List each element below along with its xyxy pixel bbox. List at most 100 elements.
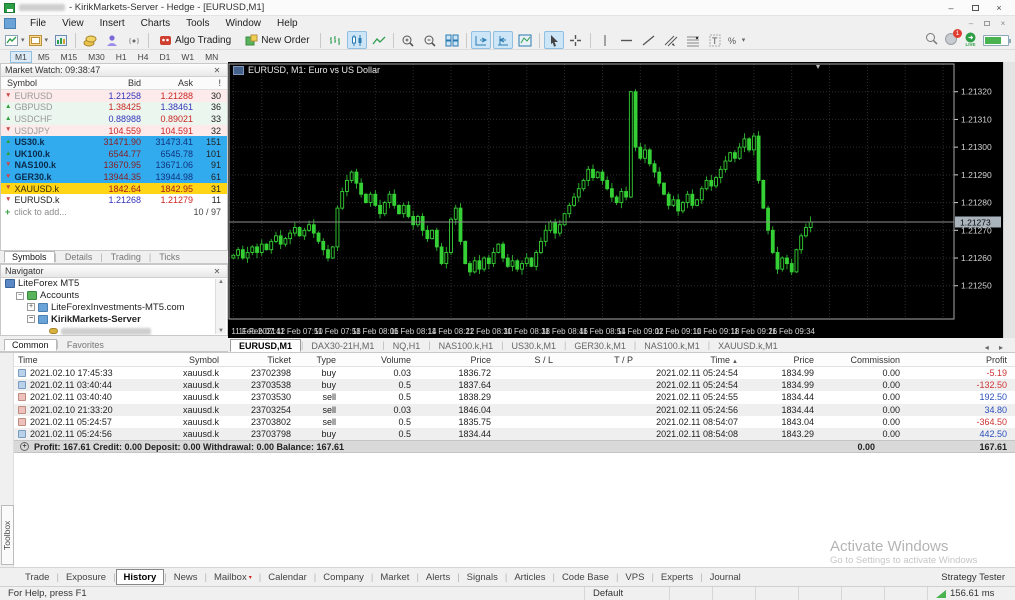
column-bid[interactable]: Bid [96, 78, 141, 88]
chart-right-scrollbar[interactable] [1003, 62, 1015, 338]
market-watch-row-us30-k[interactable]: ▲ US30.k 31471.90 31473.41 151 [1, 136, 227, 148]
history-row[interactable]: 2021.02.11 05:24:56 xauusd.k 23703798 buy 0.… [14, 427, 1015, 441]
toolbox-tab-company[interactable]: Company [316, 569, 371, 585]
community-icon[interactable] [102, 31, 122, 49]
menu-item-window[interactable]: Window [217, 16, 269, 31]
bar-chart-type-button[interactable] [325, 31, 345, 49]
timeframe-button-m1[interactable]: M1 [10, 50, 32, 63]
navigator-tab-common[interactable]: Common [4, 339, 57, 351]
market-watch-tab-details[interactable]: Details [57, 251, 101, 263]
navigator-item-liteforexinvestments-mt5-com[interactable]: + LiteForexInvestments-MT5.com [1, 302, 227, 314]
tile-windows-button[interactable] [442, 31, 462, 49]
history-column-price-9[interactable]: Price [746, 355, 822, 365]
toolbox-tab-mailbox[interactable]: Mailbox ▾ [207, 569, 259, 585]
toolbox-tab-market[interactable]: Market [373, 569, 416, 585]
market-watch-row-eurusd[interactable]: ▼ EURUSD 1.21258 1.21288 30 [1, 90, 227, 102]
market-watch-close-icon[interactable]: ✕ [211, 66, 223, 75]
market-watch-row-ger30-k[interactable]: ▼ GER30.k 13944.35 13944.98 61 [1, 171, 227, 183]
toolbox-tab-trade[interactable]: Trade [18, 569, 56, 585]
toolbox-tab-experts[interactable]: Experts [654, 569, 700, 585]
strategy-tester-tab[interactable]: Strategy Tester [931, 572, 1015, 583]
broadcast-icon[interactable] [124, 31, 144, 49]
menu-item-charts[interactable]: Charts [133, 16, 178, 31]
chart-tab-scroll-arrows[interactable]: ◂ ▸ [985, 343, 1015, 352]
text-tool-button[interactable]: T [705, 31, 725, 49]
toolbox-tab-articles[interactable]: Articles [507, 569, 552, 585]
chart-tab-dax30-21h-m1[interactable]: DAX30-21H,M1 [303, 339, 382, 352]
auto-scroll-button[interactable] [470, 31, 491, 49]
chart-tab-eurusd-m1[interactable]: EURUSD,M1 [230, 339, 302, 352]
history-column-ticket-2[interactable]: Ticket [227, 355, 299, 365]
collapse-icon[interactable]: − [16, 291, 24, 300]
menu-item-file[interactable]: File [22, 16, 54, 31]
close-button[interactable]: × [987, 1, 1011, 15]
toolbox-tab-alerts[interactable]: Alerts [419, 569, 457, 585]
market-watch-tab-ticks[interactable]: Ticks [151, 251, 188, 263]
history-row[interactable]: 2021.02.10 21:33:20 xauusd.k 23703254 sell 0… [14, 403, 1015, 416]
history-row[interactable]: 2021.02.11 05:24:57 xauusd.k 23703802 sell 0… [14, 416, 1015, 428]
toolbox-tab-history[interactable]: History [115, 569, 165, 585]
history-column-s-l-6[interactable]: S / L [499, 355, 561, 365]
timeframe-button-w1[interactable]: W1 [176, 51, 199, 63]
zoom-out-button[interactable] [420, 31, 440, 49]
column-spread[interactable]: ! [193, 78, 227, 88]
chart-tab-us30-k-m1[interactable]: US30.k,M1 [503, 339, 564, 352]
navigator-close-icon[interactable]: ✕ [211, 267, 223, 276]
market-watch-row-nas100-k[interactable]: ▼ NAS100.k 13670.95 13671.06 91 [1, 159, 227, 172]
child-minimize-button[interactable]: – [963, 18, 979, 30]
market-watch-row-usdjpy[interactable]: ▼ USDJPY 104.559 104.591 32 [1, 124, 227, 137]
market-watch-tab-symbols[interactable]: Symbols [4, 251, 55, 263]
candlestick-chart[interactable]: 1.21320 1.21310 1.21300 1.21290 1.21280 1.212… [228, 62, 1003, 338]
chart-tab-xauusd-k-m1[interactable]: XAUUSD.k,M1 [710, 339, 786, 352]
toolbox-tab-journal[interactable]: Journal [703, 569, 748, 585]
market-watch-add-row[interactable]: + click to add... 10 / 97 [1, 206, 227, 218]
child-restore-button[interactable] [979, 18, 995, 30]
history-column-time-0[interactable]: Time [14, 355, 142, 365]
child-close-button[interactable]: × [995, 18, 1011, 30]
timeframe-button-m30[interactable]: M30 [83, 51, 110, 63]
navigator-tab-favorites[interactable]: Favorites [59, 339, 112, 351]
history-row[interactable]: 2021.02.11 03:40:44 xauusd.k 23703538 buy 0.… [14, 379, 1015, 392]
timeframe-button-mn[interactable]: MN [200, 51, 223, 63]
indicators-button[interactable] [515, 31, 535, 49]
line-chart-type-button[interactable] [369, 31, 389, 49]
expand-icon[interactable]: + [27, 303, 35, 312]
shapes-tool-button[interactable]: % ▾ [727, 31, 747, 49]
menu-item-view[interactable]: View [54, 16, 92, 31]
column-ask[interactable]: Ask [141, 78, 193, 88]
scroll-down-icon[interactable]: ▼ [218, 328, 224, 334]
navigator-item-accounts[interactable]: − Accounts [1, 290, 227, 302]
cursor-tool-button[interactable] [543, 31, 564, 49]
navigator-scrollbar[interactable]: ▲ ▼ [215, 279, 226, 334]
menu-item-help[interactable]: Help [269, 16, 306, 31]
new-order-button[interactable]: New Order [239, 31, 315, 49]
notifications-icon[interactable]: 1 [944, 29, 962, 48]
chart-tab-nq-h1[interactable]: NQ,H1 [385, 339, 429, 352]
toolbox-tab-exposure[interactable]: Exposure [59, 569, 113, 585]
menu-item-insert[interactable]: Insert [92, 16, 133, 31]
history-row[interactable]: 2021.02.10 17:45:33 xauusd.k 23702398 buy 0.… [14, 367, 1015, 379]
history-column-time-8[interactable]: Time ▲ [641, 355, 746, 365]
vertical-line-tool-button[interactable] [595, 31, 615, 49]
history-column-price-5[interactable]: Price [419, 355, 499, 365]
market-watch-row-eurusd-k[interactable]: ▼ EURUSD.k 1.21268 1.21279 11 [1, 194, 227, 206]
algo-trading-button[interactable]: Algo Trading [153, 31, 237, 49]
history-column-volume-4[interactable]: Volume [344, 355, 419, 365]
toolbox-vertical-tab[interactable]: Toolbox [1, 505, 14, 565]
history-column-type-3[interactable]: Type [299, 355, 344, 365]
trendline-tool-button[interactable] [639, 31, 659, 49]
timeframe-button-h1[interactable]: H1 [111, 51, 132, 63]
channel-tool-button[interactable] [661, 31, 681, 49]
candlestick-chart-type-button[interactable] [346, 31, 367, 49]
maximize-button[interactable] [963, 1, 987, 15]
toolbox-tab-calendar[interactable]: Calendar [261, 569, 314, 585]
price-chart[interactable]: EURUSD, M1: Euro vs US Dollar 1.21320 1.2… [228, 62, 1003, 338]
market-watch-row-usdchf[interactable]: ▲ USDCHF 0.88988 0.89021 33 [1, 113, 227, 125]
history-row[interactable]: 2021.02.11 03:40:40 xauusd.k 23703530 sell 0… [14, 391, 1015, 403]
timeframe-button-m5[interactable]: M5 [33, 51, 55, 63]
crosshair-tool-button[interactable] [566, 31, 586, 49]
history-column-t-p-7[interactable]: T / P [561, 355, 641, 365]
fibonacci-tool-button[interactable] [683, 31, 703, 49]
scroll-up-icon[interactable]: ▲ [218, 279, 224, 285]
column-symbol[interactable]: Symbol [1, 78, 96, 88]
